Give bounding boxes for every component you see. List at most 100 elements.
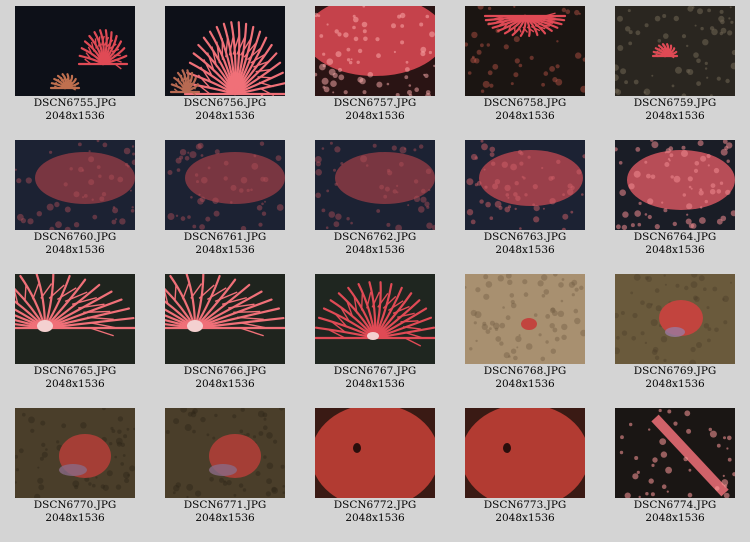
thumbnail-item[interactable]: DSCN6773.JPG 2048x1536 [450,408,600,525]
thumbnail-dimensions: 2048x1536 [645,244,705,256]
thumbnail-caption: DSCN6774.JPG 2048x1536 [600,499,750,525]
thumbnail-image[interactable] [465,408,585,498]
thumbnail-caption: DSCN6772.JPG 2048x1536 [300,499,450,525]
thumbnail-dimensions: 2048x1536 [345,110,405,122]
thumbnail-filename: DSCN6755.JPG [33,97,117,109]
thumbnail-filename: DSCN6768.JPG [483,365,567,377]
thumbnail-image[interactable] [465,6,585,96]
thumbnail-filename: DSCN6766.JPG [183,365,267,377]
thumbnail-image[interactable] [15,408,135,498]
thumbnail-item[interactable]: DSCN6769.JPG 2048x1536 [600,274,750,391]
thumbnail-filename: DSCN6769.JPG [633,365,717,377]
thumbnail-filename: DSCN6758.JPG [483,97,567,109]
thumbnail-dimensions: 2048x1536 [45,512,105,524]
thumbnail-caption: DSCN6758.JPG 2048x1536 [450,97,600,123]
thumbnail-item[interactable]: DSCN6765.JPG 2048x1536 [0,274,150,391]
thumbnail-item[interactable]: DSCN6760.JPG 2048x1536 [0,140,150,257]
thumbnail-image[interactable] [165,140,285,230]
thumbnail-dimensions: 2048x1536 [195,512,255,524]
thumbnail-image[interactable] [15,140,135,230]
thumbnail-image[interactable] [15,6,135,96]
thumbnail-filename: DSCN6759.JPG [633,97,717,109]
thumbnail-image[interactable] [465,274,585,364]
thumbnail-image[interactable] [615,140,735,230]
thumbnail-item[interactable]: DSCN6767.JPG 2048x1536 [300,274,450,391]
thumbnail-filename: DSCN6774.JPG [633,499,717,511]
thumbnail-item[interactable]: DSCN6763.JPG 2048x1536 [450,140,600,257]
thumbnail-caption: DSCN6763.JPG 2048x1536 [450,231,600,257]
thumbnail-filename: DSCN6757.JPG [333,97,417,109]
thumbnail-dimensions: 2048x1536 [645,110,705,122]
thumbnail-caption: DSCN6768.JPG 2048x1536 [450,365,600,391]
thumbnail-filename: DSCN6773.JPG [483,499,567,511]
thumbnail-caption: DSCN6770.JPG 2048x1536 [0,499,150,525]
thumbnail-caption: DSCN6761.JPG 2048x1536 [150,231,300,257]
thumbnail-gallery: DSCN6755.JPG 2048x1536 DSCN6756.JPG 2048x15… [0,0,750,542]
thumbnail-filename: DSCN6772.JPG [333,499,417,511]
thumbnail-image[interactable] [165,408,285,498]
thumbnail-caption: DSCN6755.JPG 2048x1536 [0,97,150,123]
thumbnail-image[interactable] [315,408,435,498]
thumbnail-caption: DSCN6762.JPG 2048x1536 [300,231,450,257]
thumbnail-item[interactable]: DSCN6758.JPG 2048x1536 [450,6,600,123]
thumbnail-image[interactable] [315,6,435,96]
thumbnail-dimensions: 2048x1536 [45,110,105,122]
thumbnail-dimensions: 2048x1536 [495,244,555,256]
thumbnail-dimensions: 2048x1536 [195,244,255,256]
thumbnail-dimensions: 2048x1536 [495,378,555,390]
thumbnail-dimensions: 2048x1536 [195,110,255,122]
thumbnail-image[interactable] [465,140,585,230]
thumbnail-filename: DSCN6767.JPG [333,365,417,377]
thumbnail-item[interactable]: DSCN6772.JPG 2048x1536 [300,408,450,525]
thumbnail-caption: DSCN6767.JPG 2048x1536 [300,365,450,391]
thumbnail-item[interactable]: DSCN6768.JPG 2048x1536 [450,274,600,391]
thumbnail-caption: DSCN6773.JPG 2048x1536 [450,499,600,525]
thumbnail-filename: DSCN6760.JPG [33,231,117,243]
thumbnail-item[interactable]: DSCN6759.JPG 2048x1536 [600,6,750,123]
thumbnail-caption: DSCN6771.JPG 2048x1536 [150,499,300,525]
thumbnail-dimensions: 2048x1536 [345,244,405,256]
thumbnail-filename: DSCN6771.JPG [183,499,267,511]
thumbnail-dimensions: 2048x1536 [495,110,555,122]
thumbnail-filename: DSCN6761.JPG [183,231,267,243]
thumbnail-filename: DSCN6762.JPG [333,231,417,243]
thumbnail-image[interactable] [15,274,135,364]
thumbnail-image[interactable] [315,274,435,364]
thumbnail-caption: DSCN6765.JPG 2048x1536 [0,365,150,391]
thumbnail-filename: DSCN6763.JPG [483,231,567,243]
thumbnail-item[interactable]: DSCN6755.JPG 2048x1536 [0,6,150,123]
thumbnail-filename: DSCN6756.JPG [183,97,267,109]
thumbnail-image[interactable] [165,6,285,96]
thumbnail-dimensions: 2048x1536 [45,244,105,256]
thumbnail-image[interactable] [615,408,735,498]
thumbnail-caption: DSCN6759.JPG 2048x1536 [600,97,750,123]
thumbnail-item[interactable]: DSCN6756.JPG 2048x1536 [150,6,300,123]
thumbnail-dimensions: 2048x1536 [345,512,405,524]
thumbnail-image[interactable] [615,274,735,364]
thumbnail-caption: DSCN6769.JPG 2048x1536 [600,365,750,391]
thumbnail-caption: DSCN6757.JPG 2048x1536 [300,97,450,123]
thumbnail-item[interactable]: DSCN6764.JPG 2048x1536 [600,140,750,257]
thumbnail-caption: DSCN6760.JPG 2048x1536 [0,231,150,257]
thumbnail-item[interactable]: DSCN6757.JPG 2048x1536 [300,6,450,123]
thumbnail-filename: DSCN6770.JPG [33,499,117,511]
thumbnail-dimensions: 2048x1536 [495,512,555,524]
thumbnail-item[interactable]: DSCN6771.JPG 2048x1536 [150,408,300,525]
thumbnail-dimensions: 2048x1536 [45,378,105,390]
thumbnail-dimensions: 2048x1536 [195,378,255,390]
thumbnail-image[interactable] [165,274,285,364]
thumbnail-item[interactable]: DSCN6770.JPG 2048x1536 [0,408,150,525]
thumbnail-image[interactable] [315,140,435,230]
thumbnail-item[interactable]: DSCN6761.JPG 2048x1536 [150,140,300,257]
thumbnail-item[interactable]: DSCN6774.JPG 2048x1536 [600,408,750,525]
thumbnail-filename: DSCN6765.JPG [33,365,117,377]
thumbnail-caption: DSCN6764.JPG 2048x1536 [600,231,750,257]
thumbnail-caption: DSCN6766.JPG 2048x1536 [150,365,300,391]
thumbnail-dimensions: 2048x1536 [645,512,705,524]
thumbnail-dimensions: 2048x1536 [345,378,405,390]
thumbnail-filename: DSCN6764.JPG [633,231,717,243]
thumbnail-image[interactable] [615,6,735,96]
thumbnail-dimensions: 2048x1536 [645,378,705,390]
thumbnail-item[interactable]: DSCN6762.JPG 2048x1536 [300,140,450,257]
thumbnail-item[interactable]: DSCN6766.JPG 2048x1536 [150,274,300,391]
